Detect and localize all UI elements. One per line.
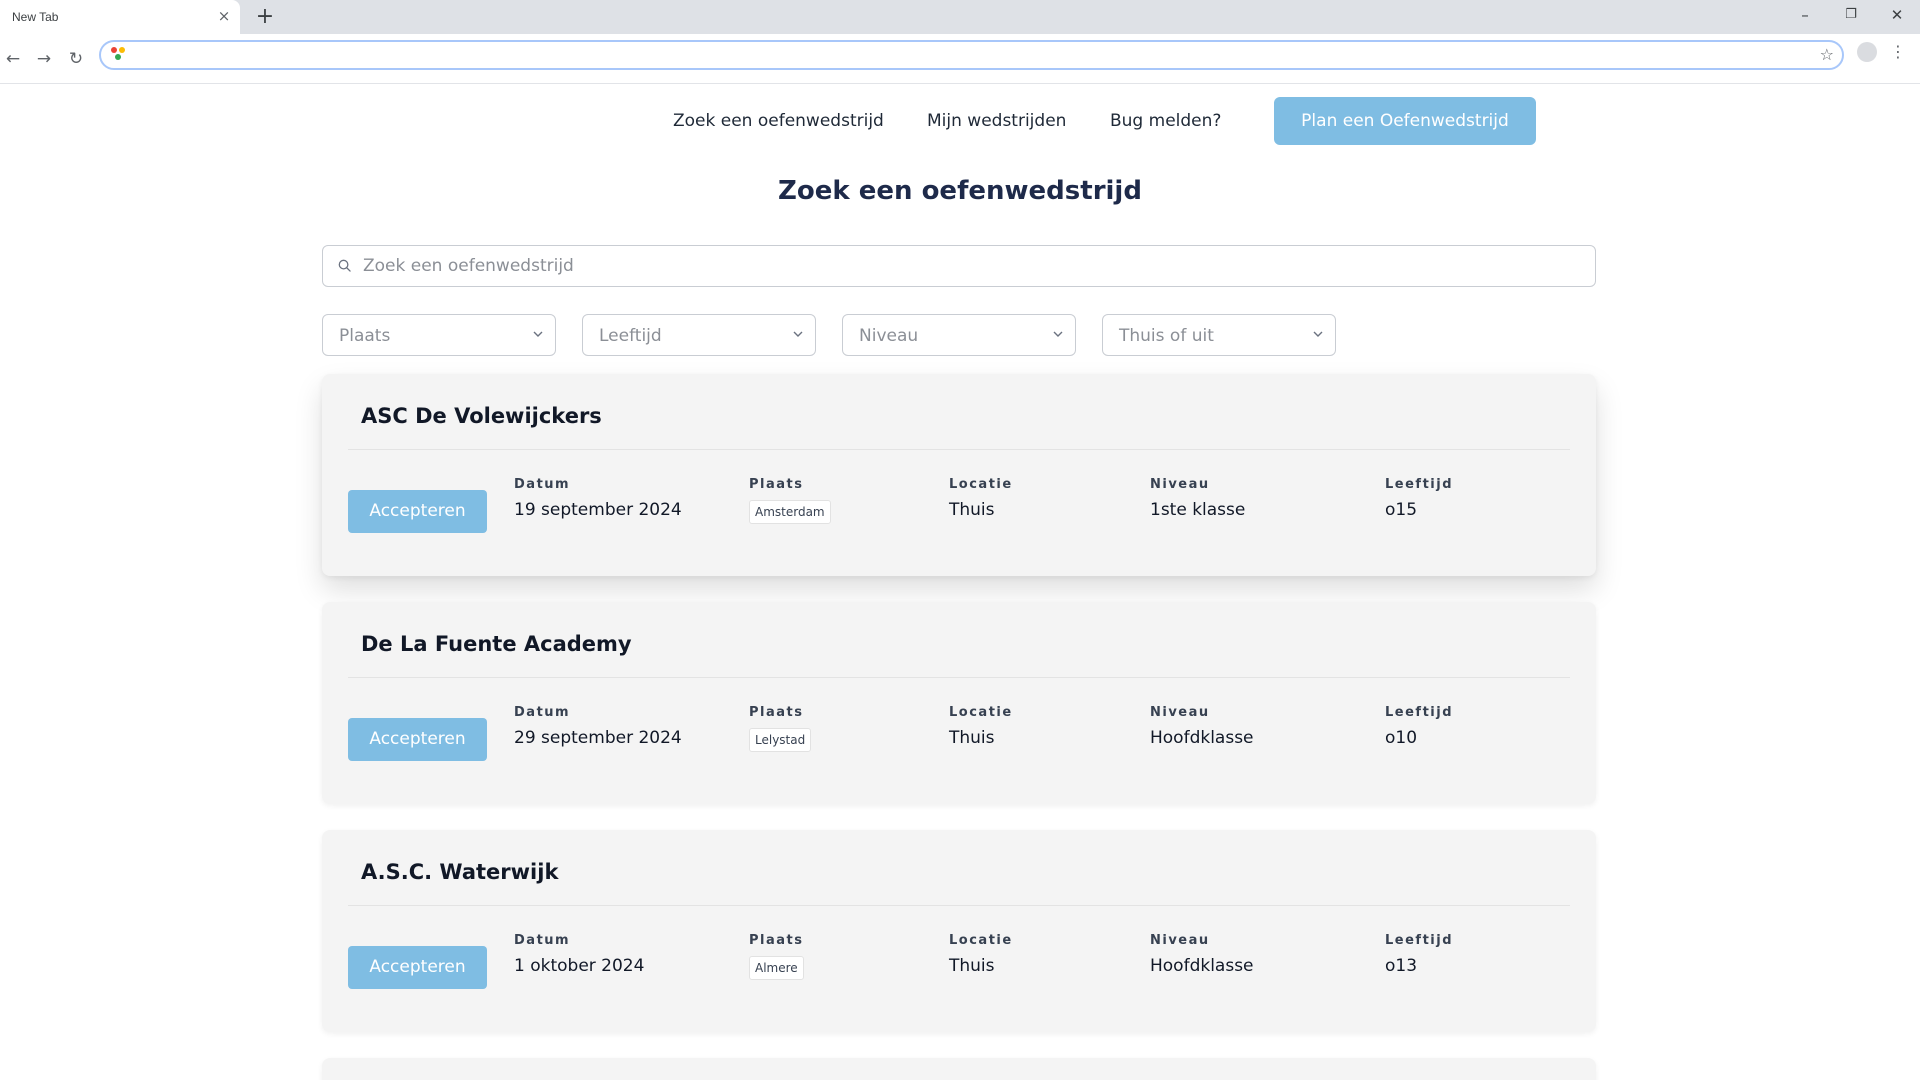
field-niveau: Niveau Hoofdklasse xyxy=(1150,933,1254,976)
field-label: Niveau xyxy=(1150,705,1210,720)
accept-button[interactable]: Accepteren xyxy=(348,946,487,989)
field-locatie: Locatie Thuis xyxy=(949,705,1013,748)
browser-tabstrip: New Tab × + – ❐ ✕ xyxy=(0,0,1920,34)
field-value: Thuis xyxy=(949,956,995,976)
field-datum: Datum 1 oktober 2024 xyxy=(514,933,644,976)
restore-icon[interactable]: ❐ xyxy=(1836,3,1866,27)
bookmark-star-icon[interactable]: ☆ xyxy=(1820,45,1834,64)
field-plaats: Plaats Amsterdam xyxy=(749,477,831,524)
field-label: Locatie xyxy=(949,477,1013,492)
field-value: o10 xyxy=(1385,728,1418,748)
club-name: De La Fuente Academy xyxy=(361,632,632,656)
card-divider xyxy=(348,677,1570,678)
field-value: Thuis xyxy=(949,728,995,748)
field-label: Leeftijd xyxy=(1385,705,1454,720)
field-leeftijd: Leeftijd o13 xyxy=(1385,933,1453,976)
field-niveau: Niveau 1ste klasse xyxy=(1150,477,1245,520)
page-content: Zoek een oefenwedstrijd Mijn wedstrijden… xyxy=(0,84,1920,1080)
field-label: Datum xyxy=(514,477,571,492)
nav-link-mijn-wedstrijden[interactable]: Mijn wedstrijden xyxy=(927,111,1066,131)
field-value: Hoofdklasse xyxy=(1150,956,1254,976)
match-card: De La Fuente Academy Accepteren Datum 29… xyxy=(322,602,1596,804)
field-label: Locatie xyxy=(949,933,1013,948)
card-divider xyxy=(348,905,1570,906)
filter-niveau[interactable]: Niveau xyxy=(842,314,1076,356)
field-label: Leeftijd xyxy=(1385,477,1454,492)
club-name: A.S.C. Waterwijk xyxy=(361,860,559,884)
plaats-chip: Almere xyxy=(749,956,804,980)
field-locatie: Locatie Thuis xyxy=(949,477,1013,520)
plaats-chip: Lelystad xyxy=(749,728,812,752)
filter-thuis-of-uit[interactable]: Thuis of uit xyxy=(1102,314,1336,356)
field-label: Plaats xyxy=(749,477,804,492)
filter-leeftijd[interactable]: Leeftijd xyxy=(582,314,816,356)
filter-niveau-value: Niveau xyxy=(859,326,919,346)
chevron-down-icon xyxy=(793,331,803,337)
accept-button[interactable]: Accepteren xyxy=(348,490,487,533)
field-value: o15 xyxy=(1385,500,1418,520)
field-label: Niveau xyxy=(1150,477,1210,492)
field-label: Datum xyxy=(514,933,571,948)
back-icon[interactable]: ← xyxy=(1,47,25,71)
accept-button[interactable]: Accepteren xyxy=(348,718,487,761)
profile-avatar[interactable] xyxy=(1857,42,1877,62)
plan-oefenwedstrijd-button[interactable]: Plan een Oefenwedstrijd xyxy=(1274,97,1536,145)
field-leeftijd: Leeftijd o15 xyxy=(1385,477,1453,520)
field-plaats: Plaats Almere xyxy=(749,933,804,980)
field-label: Leeftijd xyxy=(1385,933,1454,948)
chevron-down-icon xyxy=(1313,331,1323,337)
card-divider xyxy=(348,449,1570,450)
field-label: Locatie xyxy=(949,705,1013,720)
field-locatie: Locatie Thuis xyxy=(949,933,1013,976)
address-bar[interactable]: ☆ xyxy=(99,40,1844,70)
field-label: Plaats xyxy=(749,933,804,948)
field-value: Hoofdklasse xyxy=(1150,728,1254,748)
field-value: 1ste klasse xyxy=(1150,500,1246,520)
top-navigation: Zoek een oefenwedstrijd Mijn wedstrijden… xyxy=(0,97,1920,145)
field-label: Niveau xyxy=(1150,933,1210,948)
browser-toolbar: ← → ↻ ☆ ⋮ xyxy=(0,34,1920,84)
browser-tab[interactable]: New Tab × xyxy=(0,0,240,34)
field-value: 19 september 2024 xyxy=(514,500,682,520)
field-value: 1 oktober 2024 xyxy=(514,956,645,976)
minimize-icon[interactable]: – xyxy=(1790,3,1820,27)
reload-icon[interactable]: ↻ xyxy=(64,47,88,71)
search-input[interactable] xyxy=(363,246,1583,286)
match-card-partial xyxy=(322,1058,1596,1080)
plaats-chip: Amsterdam xyxy=(749,500,831,524)
window-close-icon[interactable]: ✕ xyxy=(1882,3,1912,27)
match-card: A.S.C. Waterwijk Accepteren Datum 1 okto… xyxy=(322,830,1596,1032)
chevron-down-icon xyxy=(533,331,543,337)
new-tab-icon[interactable]: + xyxy=(252,4,278,30)
field-label: Datum xyxy=(514,705,571,720)
tab-close-icon[interactable]: × xyxy=(216,8,232,24)
field-plaats: Plaats Lelystad xyxy=(749,705,812,752)
field-value: 29 september 2024 xyxy=(514,728,682,748)
search-box[interactable] xyxy=(322,245,1596,287)
search-icon xyxy=(338,259,351,272)
field-niveau: Niveau Hoofdklasse xyxy=(1150,705,1254,748)
field-value: Thuis xyxy=(949,500,995,520)
browser-menu-icon[interactable]: ⋮ xyxy=(1890,41,1906,63)
filter-thuis-of-uit-value: Thuis of uit xyxy=(1119,326,1214,346)
field-value: o13 xyxy=(1385,956,1418,976)
match-card: ASC De Volewijckers Accepteren Datum 19 … xyxy=(322,374,1596,576)
nav-link-bug-melden[interactable]: Bug melden? xyxy=(1110,111,1221,131)
field-label: Plaats xyxy=(749,705,804,720)
forward-icon[interactable]: → xyxy=(32,47,56,71)
filter-plaats-value: Plaats xyxy=(339,326,391,346)
chevron-down-icon xyxy=(1053,331,1063,337)
tab-title: New Tab xyxy=(12,10,59,24)
field-datum: Datum 19 september 2024 xyxy=(514,477,682,520)
nav-link-zoek[interactable]: Zoek een oefenwedstrijd xyxy=(673,111,884,131)
search-engine-icon xyxy=(111,47,129,63)
club-name: ASC De Volewijckers xyxy=(361,404,602,428)
field-datum: Datum 29 september 2024 xyxy=(514,705,682,748)
page-title: Zoek een oefenwedstrijd xyxy=(778,176,1142,206)
field-leeftijd: Leeftijd o10 xyxy=(1385,705,1453,748)
filter-leeftijd-value: Leeftijd xyxy=(599,326,662,346)
filter-plaats[interactable]: Plaats xyxy=(322,314,556,356)
